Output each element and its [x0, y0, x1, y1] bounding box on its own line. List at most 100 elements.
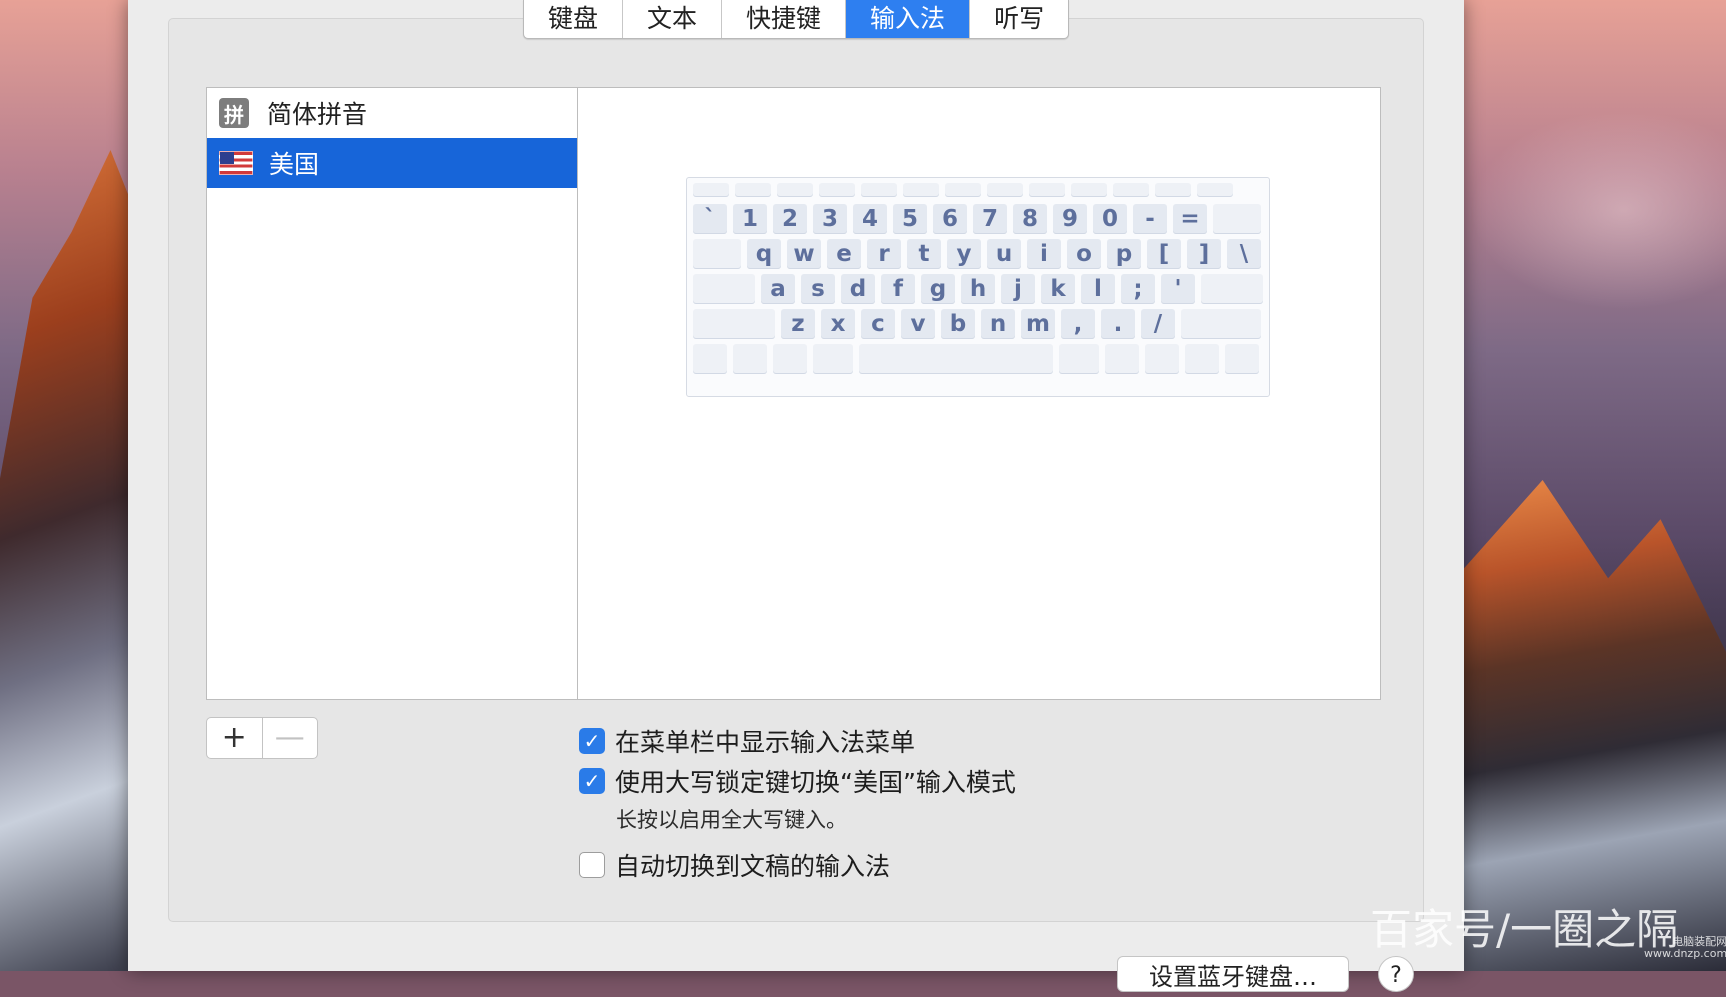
key: ` [693, 204, 727, 234]
option-label: 使用大写锁定键切换“美国”输入模式 [615, 768, 1016, 797]
modifier-key [733, 344, 767, 374]
function-key [777, 183, 813, 197]
list-add-remove-control: + — [206, 717, 318, 759]
key: 6 [933, 204, 967, 234]
tab-key [693, 239, 741, 269]
key: / [1141, 309, 1175, 339]
checkbox-checked-icon[interactable]: ✓ [579, 768, 605, 794]
key: 3 [813, 204, 847, 234]
key: i [1027, 239, 1061, 269]
key: 4 [853, 204, 887, 234]
wallpaper-cloud [1470, 110, 1726, 310]
key: [ [1147, 239, 1181, 269]
shift-key [1181, 309, 1261, 339]
modifier-key [1105, 344, 1139, 374]
key: = [1173, 204, 1207, 234]
function-key [1071, 183, 1107, 197]
modifier-key [1185, 344, 1219, 374]
modifier-key [1145, 344, 1179, 374]
option-caps-lock-switch[interactable]: ✓ 使用大写锁定键切换“美国”输入模式 [579, 763, 1016, 799]
key: 1 [733, 204, 767, 234]
key: b [941, 309, 975, 339]
key: a [761, 274, 795, 304]
input-source-list: 拼 简体拼音 美国 [206, 87, 578, 700]
key: 5 [893, 204, 927, 234]
tab-shortcuts[interactable]: 快捷键 [722, 0, 847, 38]
keyboard-preview-area: ` 1 2 3 4 5 6 7 8 9 0- = q w e r t y u i o p[] \ a s d f g h j k l; ' … [577, 87, 1381, 700]
keyboard-row-space [693, 344, 1259, 374]
tab-text[interactable]: 文本 [623, 0, 723, 38]
keyboard-preferences-window: 键盘 文本 快捷键 输入法 听写 拼 简体拼音 美国 ` 1 2 3 4 5 6 7 8 9 0- =… [128, 0, 1464, 992]
caps-lock-hint: 长按以启用全大写键入。 [616, 808, 847, 832]
function-key [1029, 183, 1065, 197]
tab-input-sources[interactable]: 输入法 [846, 0, 971, 38]
key: y [947, 239, 981, 269]
key: - [1133, 204, 1167, 234]
function-key [1113, 183, 1149, 197]
key: r [867, 239, 901, 269]
option-show-menu[interactable]: ✓ 在菜单栏中显示输入法菜单 [579, 723, 915, 759]
key: s [801, 274, 835, 304]
checkbox-unchecked-icon[interactable] [579, 852, 605, 878]
key: m [1021, 309, 1055, 339]
keyboard-row-qwerty: q w e r t y u i o p[] \ [693, 239, 1261, 269]
function-key [735, 183, 771, 197]
key: 7 [973, 204, 1007, 234]
keyboard-row-numbers: ` 1 2 3 4 5 6 7 8 9 0- = [693, 204, 1261, 234]
key: g [921, 274, 955, 304]
key: q [747, 239, 781, 269]
list-item-label: 美国 [269, 150, 320, 179]
shift-key [693, 309, 775, 339]
key: 8 [1013, 204, 1047, 234]
key: l [1081, 274, 1115, 304]
watermark-site: 电脑装配网 www.dnzp.com [1644, 935, 1726, 961]
pinyin-icon: 拼 [219, 98, 249, 128]
function-key [1197, 183, 1233, 197]
watermark-site-url: www.dnzp.com [1644, 947, 1726, 961]
key: p [1107, 239, 1141, 269]
help-button[interactable]: ? [1378, 956, 1414, 992]
function-key [861, 183, 897, 197]
key: 0 [1093, 204, 1127, 234]
function-key [945, 183, 981, 197]
space-key [859, 344, 1053, 374]
delete-key [1213, 204, 1261, 234]
modifier-key [1225, 344, 1259, 374]
modifier-key [813, 344, 853, 374]
option-label: 自动切换到文稿的输入法 [615, 852, 891, 881]
key: x [821, 309, 855, 339]
list-item-pinyin[interactable]: 拼 简体拼音 [207, 88, 578, 138]
keyboard-layout-preview: ` 1 2 3 4 5 6 7 8 9 0- = q w e r t y u i o p[] \ a s d f g h j k l; ' … [686, 177, 1270, 397]
key: e [827, 239, 861, 269]
key: \ [1227, 239, 1261, 269]
function-key [1155, 183, 1191, 197]
function-key-row [693, 183, 1233, 197]
caps-lock-key [693, 274, 755, 304]
setup-bluetooth-keyboard-button[interactable]: 设置蓝牙键盘… [1117, 956, 1349, 992]
key: o [1067, 239, 1101, 269]
key: t [907, 239, 941, 269]
function-key [819, 183, 855, 197]
key: w [787, 239, 821, 269]
remove-input-source-button[interactable]: — [261, 718, 318, 758]
tab-dictation[interactable]: 听写 [970, 0, 1068, 38]
key: z [781, 309, 815, 339]
option-label: 在菜单栏中显示输入法菜单 [615, 728, 916, 757]
key: ] [1187, 239, 1221, 269]
tab-keyboard[interactable]: 键盘 [524, 0, 624, 38]
key: 2 [773, 204, 807, 234]
key: ; [1121, 274, 1155, 304]
key: d [841, 274, 875, 304]
list-item-us[interactable]: 美国 [207, 138, 578, 188]
us-flag-icon [219, 151, 253, 175]
key: n [981, 309, 1015, 339]
modifier-key [1059, 344, 1099, 374]
checkbox-checked-icon[interactable]: ✓ [579, 728, 605, 754]
option-auto-switch[interactable]: 自动切换到文稿的输入法 [579, 847, 890, 883]
function-key [903, 183, 939, 197]
modifier-key [693, 344, 727, 374]
function-key [693, 183, 729, 197]
add-input-source-button[interactable]: + [207, 718, 262, 758]
key: . [1101, 309, 1135, 339]
key: u [987, 239, 1021, 269]
